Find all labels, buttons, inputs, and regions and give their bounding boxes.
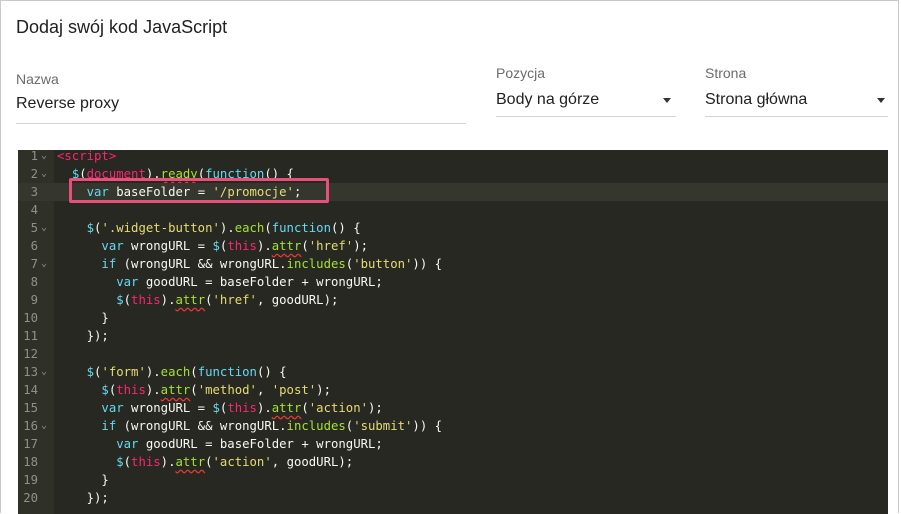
code-line[interactable]: 8 var goodURL = baseFolder + wrongURL; [18,273,888,291]
code-text: var goodURL = baseFolder + wrongURL; [116,275,383,289]
code-line[interactable]: 18 $(this).attr('action', goodURL); [18,453,888,471]
code-text: var goodURL = baseFolder + wrongURL; [116,437,383,451]
chevron-down-icon[interactable] [877,98,885,103]
page-value[interactable]: Strona główna [705,91,807,109]
position-select[interactable]: Pozycja Body na górze [496,65,676,117]
code-line[interactable]: 12 [18,345,888,363]
code-line[interactable]: 13 ⌄ $('form').each(function() { [18,363,888,381]
dialog: Dodaj swój kod JavaScript Nazwa Reverse … [0,0,899,514]
code-text: }); [57,329,109,343]
name-label: Nazwa [16,71,59,87]
code-text: var wrongURL = $(this).attr('href'); [101,239,369,253]
code-line[interactable]: 17 var goodURL = baseFolder + wrongURL; [18,435,888,453]
fold-chevron-icon[interactable]: ⌄ [41,255,47,273]
code-editor[interactable]: 1 ⌄ <script> 2 ⌄ $(document).ready(function(… [18,150,888,514]
line-number: 17 [23,437,38,451]
line-number: 12 [23,347,38,361]
highlight-annotation [69,178,329,203]
line-number: 7 [30,257,38,271]
position-underline [496,116,676,117]
dialog-title: Dodaj swój kod JavaScript [16,17,228,37]
code-line[interactable]: 14 $(this).attr('method', 'post'); [18,381,888,399]
code-text: $(this).attr('action', goodURL); [116,455,354,469]
line-number: 20 [23,491,38,505]
fold-chevron-icon[interactable]: ⌄ [41,165,47,183]
code-text: $(this).attr('method', 'post'); [101,383,331,397]
code-line[interactable]: 20 }); [18,489,888,507]
line-number: 14 [23,383,38,397]
line-number: 11 [23,329,38,343]
code-line[interactable]: 15 var wrongURL = $(this).attr('action')… [18,399,888,417]
code-line[interactable]: 5 ⌄ $('.widget-button').each(function() { [18,219,888,237]
line-number: 5 [30,221,38,235]
code-line[interactable]: 10 } [18,309,888,327]
code-text: var wrongURL = $(this).attr('action'); [101,401,383,415]
line-number: 8 [30,275,38,289]
position-value[interactable]: Body na górze [496,91,599,109]
code-line[interactable]: 11 }); [18,327,888,345]
line-number: 16 [23,419,38,433]
code-text: $('.widget-button').each(function() { [86,221,361,235]
code-text: $('form').each(function() { [86,365,287,379]
code-line[interactable]: 16 ⌄ if (wrongURL && wrongURL.includes('s… [18,417,888,435]
code-line[interactable]: 1 ⌄ <script> [18,150,888,165]
line-number: 19 [23,473,38,487]
page-select[interactable]: Strona Strona główna [705,65,888,117]
line-number: 4 [30,203,38,217]
code-text: }); [57,491,109,505]
line-number: 10 [23,311,38,325]
fold-chevron-icon[interactable]: ⌄ [41,150,47,165]
fold-chevron-icon[interactable]: ⌄ [41,219,47,237]
line-number: 9 [30,293,38,307]
chevron-down-icon[interactable] [663,98,671,103]
page-underline [705,116,888,117]
code-text: $(this).attr('href', goodURL); [116,293,339,307]
fold-chevron-icon[interactable]: ⌄ [41,363,47,381]
line-number: 3 [30,185,38,199]
name-input[interactable]: Reverse proxy [16,95,119,113]
position-label: Pozycja [496,65,546,81]
code-line[interactable]: 9 $(this).attr('href', goodURL); [18,291,888,309]
line-number: 1 [30,150,38,163]
code-line[interactable]: 19 } [18,471,888,489]
name-underline [16,123,466,124]
line-number: 15 [23,401,38,415]
code-line[interactable]: 7 ⌄ if (wrongURL && wrongURL.includes('bu… [18,255,888,273]
code-text: } [57,473,109,487]
fold-chevron-icon[interactable]: ⌄ [41,417,47,435]
page-label: Strona [705,65,747,81]
code-text: <script> [57,150,117,163]
code-line[interactable]: 6 var wrongURL = $(this).attr('href'); [18,237,888,255]
line-number: 18 [23,455,38,469]
line-number: 13 [23,365,38,379]
line-number: 2 [30,167,38,181]
name-field[interactable]: Nazwa Reverse proxy [16,71,466,125]
code-text: } [57,311,109,325]
code-line[interactable]: 4 [18,201,888,219]
line-number: 6 [30,239,38,253]
code-text: if (wrongURL && wrongURL.includes('butto… [101,257,443,271]
code-text: if (wrongURL && wrongURL.includes('submi… [101,419,443,433]
